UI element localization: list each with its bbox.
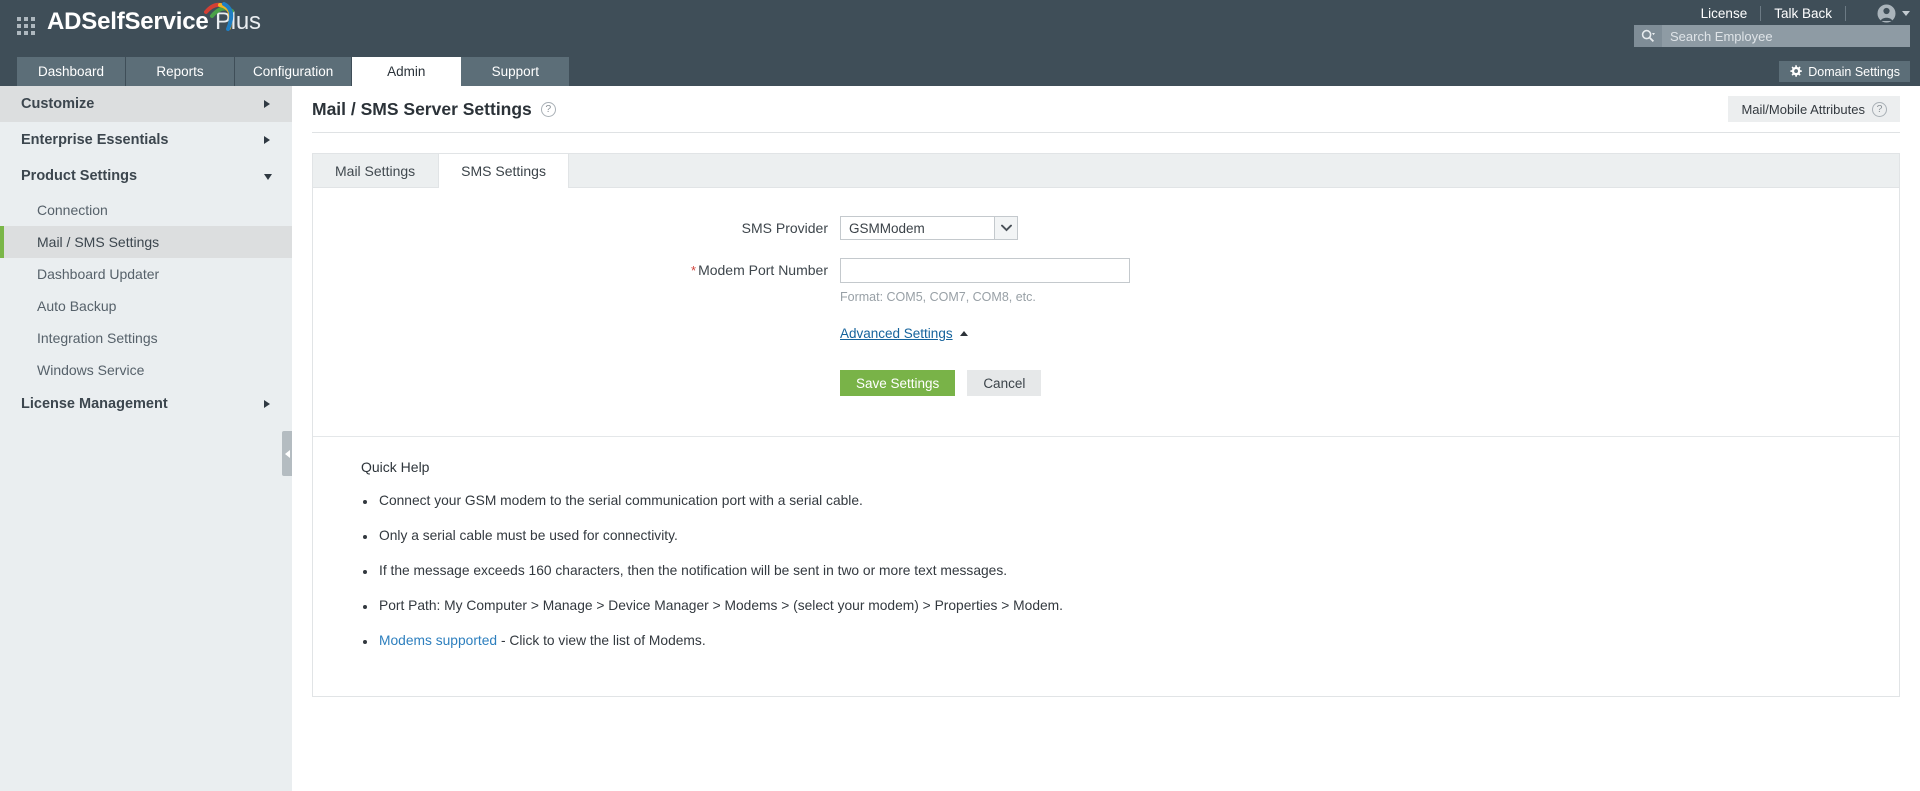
chevron-down-icon [264, 174, 272, 180]
list-item: Modems supported - Click to view the lis… [361, 633, 1899, 648]
search-icon[interactable] [1634, 25, 1662, 47]
sidebar-item-windows-service[interactable]: Windows Service [0, 354, 292, 386]
advanced-settings-label: Advanced Settings [840, 326, 953, 341]
list-item: Port Path: My Computer > Manage > Device… [361, 598, 1899, 613]
quick-help-title: Quick Help [361, 459, 430, 475]
brand-swoosh-icon [204, 2, 234, 31]
mail-mobile-attributes-button[interactable]: Mail/Mobile Attributes ? [1728, 96, 1900, 122]
modems-supported-link[interactable]: Modems supported [379, 633, 497, 648]
chevron-left-icon [285, 449, 290, 458]
user-menu[interactable] [1877, 2, 1910, 24]
sms-provider-select[interactable]: GSMModem [840, 216, 1018, 240]
form-row-sms-provider: SMS Provider GSMModem [313, 216, 1899, 240]
chevron-down-icon[interactable] [994, 216, 1018, 240]
tab-configuration[interactable]: Configuration [235, 57, 353, 86]
settings-tabstrip: Mail Settings SMS Settings [313, 154, 1899, 188]
sidebar-group-customize[interactable]: Customize [0, 86, 292, 122]
sidebar-group-label: Customize [21, 96, 95, 112]
tab-mail-settings[interactable]: Mail Settings [313, 154, 438, 187]
tab-support[interactable]: Support [461, 57, 571, 86]
domain-settings-label: Domain Settings [1808, 64, 1900, 79]
tab-reports[interactable]: Reports [126, 57, 235, 86]
form-actions: Save Settings Cancel [840, 370, 1130, 396]
mail-mobile-attributes-label: Mail/Mobile Attributes [1741, 101, 1865, 117]
modem-port-label: * Modem Port Number [313, 258, 840, 278]
settings-panel: Mail Settings SMS Settings SMS Provider … [312, 153, 1900, 697]
required-marker: * [691, 263, 697, 278]
advanced-settings-link[interactable]: Advanced Settings [840, 326, 968, 341]
sms-provider-control: GSMModem [840, 216, 1018, 240]
chevron-right-icon [264, 136, 270, 144]
content-header: Mail / SMS Server Settings ? Mail/Mobile… [310, 86, 1902, 132]
product-name-bold: ADSelfService [47, 8, 209, 35]
chevron-down-icon [1902, 10, 1910, 16]
sidebar-item-mail-sms-settings[interactable]: Mail / SMS Settings [0, 226, 292, 258]
chevron-right-icon [264, 100, 270, 108]
sidebar-group-label: Enterprise Essentials [21, 132, 169, 148]
chevron-up-icon [959, 331, 968, 336]
sidebar-item-auto-backup[interactable]: Auto Backup [0, 290, 292, 322]
top-header: ADSelfService Plus License Talk Back [0, 0, 1920, 57]
sidebar-item-connection[interactable]: Connection [0, 194, 292, 226]
gear-icon [1790, 65, 1803, 77]
modem-port-hint: Format: COM5, COM7, COM8, etc. [840, 290, 1036, 304]
page-body: Customize Enterprise Essentials Product … [0, 86, 1920, 791]
form-row-modem-port: * Modem Port Number Format: COM5, COM7, C… [313, 258, 1899, 396]
sidebar-group-label: Product Settings [21, 168, 138, 184]
tab-admin[interactable]: Admin [352, 57, 462, 86]
sidebar-group-enterprise-essentials[interactable]: Enterprise Essentials [0, 122, 292, 158]
divider [1845, 5, 1846, 21]
help-circle-icon[interactable]: ? [540, 101, 556, 117]
tab-dashboard[interactable]: Dashboard [17, 57, 126, 86]
tab-sms-settings[interactable]: SMS Settings [438, 154, 569, 188]
app-grid-icon[interactable] [14, 14, 38, 38]
quick-help-section: Quick Help Connect your GSM modem to the… [313, 437, 1899, 696]
employee-search [1634, 25, 1910, 47]
save-settings-button[interactable]: Save Settings [840, 370, 956, 396]
cancel-button[interactable]: Cancel [967, 370, 1042, 396]
modem-port-control: Format: COM5, COM7, COM8, etc. Advanced … [840, 258, 1130, 396]
modems-supported-suffix: - Click to view the list of Modems. [497, 633, 706, 648]
sidebar-group-license-management[interactable]: License Management [0, 386, 292, 422]
modem-port-input[interactable] [840, 258, 1130, 283]
help-circle-icon[interactable]: ? [1872, 101, 1887, 117]
content-area: Mail / SMS Server Settings ? Mail/Mobile… [292, 86, 1920, 791]
sms-provider-label: SMS Provider [741, 220, 828, 236]
quick-help-list: Connect your GSM modem to the serial com… [361, 493, 1899, 648]
sidebar-group-label: License Management [21, 396, 168, 412]
sms-provider-value[interactable]: GSMModem [840, 216, 994, 240]
list-item: Only a serial cable must be used for con… [361, 528, 1899, 543]
talk-back-link[interactable]: Talk Back [1761, 6, 1845, 21]
chevron-right-icon [264, 400, 270, 408]
sidebar-group-product-settings[interactable]: Product Settings [0, 158, 292, 194]
page-title: Mail / SMS Server Settings [312, 98, 532, 119]
sidebar-item-integration-settings[interactable]: Integration Settings [0, 322, 292, 354]
sidebar: Customize Enterprise Essentials Product … [0, 86, 293, 791]
search-input[interactable] [1662, 25, 1910, 47]
main-navigation: Dashboard Reports Configuration Admin Su… [0, 57, 1920, 86]
user-avatar-icon [1877, 4, 1896, 22]
domain-settings-button[interactable]: Domain Settings [1779, 61, 1910, 82]
license-link[interactable]: License [1688, 6, 1761, 21]
modem-port-label-text: Modem Port Number [698, 262, 828, 278]
title-divider [312, 132, 1900, 133]
header-links: License Talk Back [1688, 2, 1846, 24]
list-item: Connect your GSM modem to the serial com… [361, 493, 1899, 508]
sidebar-item-dashboard-updater[interactable]: Dashboard Updater [0, 258, 292, 290]
sms-settings-form: SMS Provider GSMModem * Modem Port Numbe… [313, 188, 1899, 436]
list-item: If the message exceeds 160 characters, t… [361, 563, 1899, 578]
